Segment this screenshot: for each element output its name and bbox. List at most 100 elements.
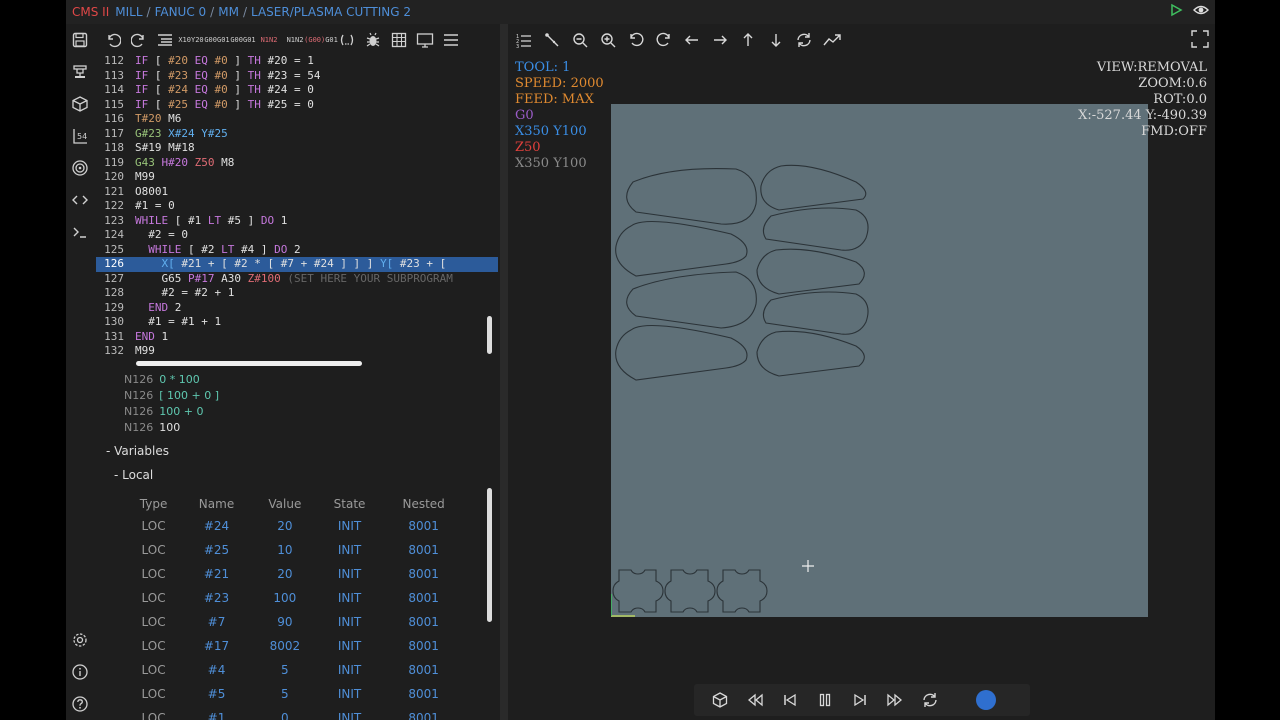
cube-icon[interactable]: [71, 95, 89, 113]
arrow-down-icon[interactable]: [762, 29, 790, 51]
code-line[interactable]: 132 M99: [96, 344, 498, 358]
machine-icon[interactable]: [71, 63, 89, 81]
table-row[interactable]: LOC #21 20 INIT 8001: [126, 562, 466, 586]
view-3d-icon[interactable]: [702, 686, 737, 714]
table-row[interactable]: LOC #23 100 INIT 8001: [126, 586, 466, 610]
code-horizontal-scrollbar[interactable]: [136, 361, 362, 366]
code-vertical-scrollbar[interactable]: [487, 316, 492, 354]
column-header[interactable]: State: [318, 494, 382, 514]
fullscreen-icon[interactable]: [1191, 30, 1211, 50]
tool-offset-icon[interactable]: 54: [71, 127, 89, 145]
code-line[interactable]: 116 T#20 M6: [96, 112, 498, 127]
breadcrumb-example[interactable]: LASER/PLASMA CUTTING 2: [251, 5, 411, 19]
code-line[interactable]: 112 IF [ #20 EQ #0 ] TH #20 = 1: [96, 54, 498, 69]
pause-icon[interactable]: [807, 686, 842, 714]
column-header[interactable]: Nested: [381, 494, 466, 514]
rotate-left-icon[interactable]: [622, 29, 650, 51]
breadcrumb-control[interactable]: FANUC 0: [155, 5, 207, 19]
column-header[interactable]: Value: [252, 494, 318, 514]
reset-view-icon[interactable]: [790, 29, 818, 51]
arrow-up-icon[interactable]: [734, 29, 762, 51]
settings-icon[interactable]: [71, 631, 89, 649]
column-header[interactable]: Type: [126, 494, 181, 514]
format-lines-icon[interactable]: [152, 29, 178, 51]
monitor-icon[interactable]: [412, 29, 438, 51]
g00-g01-alt-button[interactable]: G00 G01: [230, 29, 256, 51]
pane-splitter[interactable]: [500, 24, 508, 720]
table-row[interactable]: LOC #1 0 INIT 8001: [126, 706, 466, 720]
zoom-out-icon[interactable]: [566, 29, 594, 51]
simulation-stock[interactable]: [611, 104, 1148, 617]
code-line[interactable]: 123 WHILE [ #1 LT #5 ] DO 1: [96, 214, 498, 229]
rotate-right-icon[interactable]: [650, 29, 678, 51]
cut-part: [762, 291, 869, 335]
step-forward-icon[interactable]: [842, 686, 877, 714]
code-line[interactable]: 119 G43 H#20 Z50 M8: [96, 156, 498, 171]
code-line[interactable]: 128 #2 = #2 + 1: [96, 286, 498, 301]
terminal-icon[interactable]: [71, 223, 89, 241]
line-numbers-icon[interactable]: 123: [510, 29, 538, 51]
absolute-coords-button[interactable]: X10 Y20: [178, 29, 204, 51]
code-line[interactable]: 117 G#23 X#24 Y#25: [96, 127, 498, 142]
save-icon[interactable]: [71, 31, 89, 49]
code-line[interactable]: 120 M99: [96, 170, 498, 185]
code-line[interactable]: 126 X[ #21 + [ #2 * [ #7 + #24 ] ] ] Y[ …: [96, 257, 498, 272]
table-row[interactable]: LOC #7 90 INIT 8001: [126, 610, 466, 634]
fast-forward-icon[interactable]: [877, 686, 912, 714]
column-header[interactable]: Name: [181, 494, 252, 514]
code-editor[interactable]: 112 IF [ #20 EQ #0 ] TH #20 = 1 113 IF [ #2…: [96, 54, 498, 358]
run-icon[interactable]: [1169, 3, 1183, 20]
remove-line-numbers-button[interactable]: N1 N2: [256, 29, 282, 51]
redo-icon[interactable]: [126, 29, 152, 51]
code-line[interactable]: 125 WHILE [ #2 LT #4 ] DO 2: [96, 243, 498, 258]
tool-path-icon[interactable]: [538, 29, 566, 51]
speed-slider-thumb[interactable]: [976, 690, 996, 710]
code-line[interactable]: 114 IF [ #24 EQ #0 ] TH #24 = 0: [96, 83, 498, 98]
eye-icon[interactable]: [1193, 3, 1209, 20]
table-row[interactable]: LOC #5 5 INIT 8001: [126, 682, 466, 706]
code-line[interactable]: 118 S#19 M#18: [96, 141, 498, 156]
help-icon[interactable]: [71, 695, 89, 713]
table-row[interactable]: LOC #17 8002 INIT 8001: [126, 634, 466, 658]
table-icon[interactable]: [386, 29, 412, 51]
code-line[interactable]: 113 IF [ #23 EQ #0 ] TH #23 = 54: [96, 69, 498, 84]
arrow-right-icon[interactable]: [706, 29, 734, 51]
step-back-icon[interactable]: [772, 686, 807, 714]
code-line[interactable]: 131 END 1: [96, 330, 498, 345]
svg-text:54: 54: [77, 132, 87, 141]
code-line[interactable]: 127 G65 P#17 A30 Z#100 (SET HERE YOUR SU…: [96, 272, 498, 287]
bug-icon[interactable]: [360, 29, 386, 51]
loop-icon[interactable]: [912, 686, 947, 714]
variables-vertical-scrollbar[interactable]: [487, 488, 492, 622]
g00-g01-button[interactable]: G00 G01: [204, 29, 230, 51]
comment-toggle-button[interactable]: (G00) G01: [304, 29, 338, 51]
trend-line-icon[interactable]: [818, 29, 846, 51]
code-icon[interactable]: [71, 191, 89, 209]
zoom-in-icon[interactable]: [594, 29, 622, 51]
code-line[interactable]: 129 END 2: [96, 301, 498, 316]
table-row[interactable]: LOC #4 5 INIT 8001: [126, 658, 466, 682]
arrow-left-icon[interactable]: [678, 29, 706, 51]
table-row[interactable]: LOC #24 20 INIT 8001: [126, 514, 466, 538]
code-line[interactable]: 124 #2 = 0: [96, 228, 498, 243]
code-token: WHILE: [135, 213, 169, 227]
breadcrumb-machine[interactable]: MILL: [115, 5, 142, 19]
table-row[interactable]: LOC #25 10 INIT 8001: [126, 538, 466, 562]
comment-brackets-icon[interactable]: [334, 29, 360, 51]
code-token: Y[: [380, 257, 394, 270]
local-tree-node[interactable]: - Local: [114, 468, 153, 482]
code-line[interactable]: 121 O8001: [96, 185, 498, 200]
code-line[interactable]: 115 IF [ #25 EQ #0 ] TH #25 = 0: [96, 98, 498, 113]
code-line[interactable]: 122 #1 = 0: [96, 199, 498, 214]
breadcrumb-units[interactable]: MM: [218, 5, 239, 19]
info-icon[interactable]: [71, 663, 89, 681]
rewind-icon[interactable]: [737, 686, 772, 714]
variables-tree-node[interactable]: - Variables: [106, 444, 169, 458]
undo-icon[interactable]: [100, 29, 126, 51]
status-line: TOOL: 1: [515, 60, 571, 75]
evaluation-step: N126 100 + 0: [124, 404, 219, 420]
code-line[interactable]: 130 #1 = #1 + 1: [96, 315, 498, 330]
code-token: O8001: [135, 184, 169, 198]
menu-icon[interactable]: [438, 29, 464, 51]
target-icon[interactable]: [71, 159, 89, 177]
